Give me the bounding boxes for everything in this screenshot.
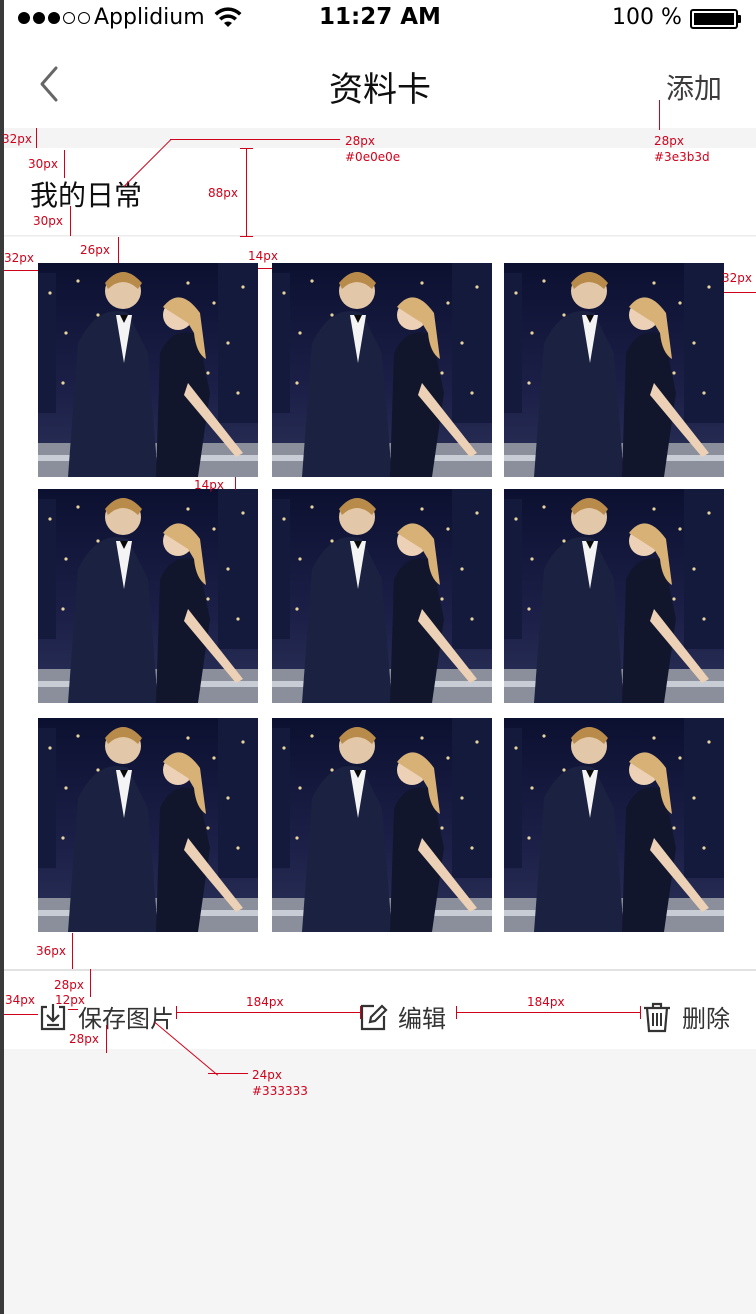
spec-label: 28px: [54, 978, 84, 992]
spec-label: 14px: [248, 249, 278, 263]
spec-label: 12px: [55, 993, 85, 1007]
section-title: 我的日常: [30, 179, 143, 212]
add-button[interactable]: 添加: [666, 67, 722, 107]
edit-button[interactable]: 编辑: [358, 999, 446, 1034]
photo-grid: [4, 237, 756, 969]
bottom-toolbar: 保存图片 编辑 删除: [4, 969, 756, 1049]
battery-icon: [690, 9, 738, 29]
spec-label: 24px: [252, 1068, 282, 1082]
spec-label: 28px: [345, 134, 375, 148]
battery-percent: 100 %: [612, 5, 682, 30]
save-image-label: 保存图片: [78, 1005, 174, 1033]
navigation-bar: 资料卡 添加: [4, 40, 756, 128]
spec-label: 26px: [80, 243, 110, 257]
delete-button[interactable]: 删除: [642, 999, 730, 1034]
trash-icon: [644, 1002, 670, 1032]
spec-color: #333333: [252, 1084, 308, 1098]
section-gap: [4, 128, 756, 148]
photo-thumbnail[interactable]: [38, 489, 258, 703]
edit-pencil-icon: [360, 1003, 388, 1030]
photo-thumbnail[interactable]: [504, 489, 724, 703]
photo-thumbnail[interactable]: [38, 263, 258, 477]
spec-label: 32px: [722, 271, 752, 285]
spec-label: 184px: [246, 995, 284, 1009]
photo-thumbnail[interactable]: [38, 718, 258, 932]
spec-color: #3e3b3d: [654, 150, 710, 164]
photo-thumbnail[interactable]: [272, 263, 492, 477]
spec-label: 36px: [36, 944, 66, 958]
delete-label: 删除: [682, 1005, 730, 1033]
battery-tip: [738, 15, 741, 23]
spec-label: 30px: [28, 157, 58, 171]
edit-label: 编辑: [398, 1005, 446, 1033]
page-title: 资料卡: [329, 70, 431, 110]
photo-thumbnail[interactable]: [272, 489, 492, 703]
spec-label: 184px: [527, 995, 565, 1009]
status-bar: Applidium 11:27 AM 100 %: [4, 0, 756, 40]
spec-label: 28px: [69, 1032, 99, 1046]
photo-thumbnail[interactable]: [272, 718, 492, 932]
app-screen: Applidium 11:27 AM 100 % 资料卡 添加 我的日常 保存图…: [0, 0, 756, 1314]
photo-thumbnail[interactable]: [504, 263, 724, 477]
spec-label: 30px: [33, 214, 63, 228]
spec-label: 88px: [208, 186, 238, 200]
spec-color: #0e0e0e: [345, 150, 401, 164]
spec-label: 14px: [194, 478, 224, 492]
photo-thumbnail[interactable]: [504, 718, 724, 932]
spec-label: 34px: [5, 993, 35, 1007]
spec-label: 32px: [2, 132, 32, 146]
spec-label: 32px: [4, 251, 34, 265]
spec-label: 28px: [654, 134, 684, 148]
